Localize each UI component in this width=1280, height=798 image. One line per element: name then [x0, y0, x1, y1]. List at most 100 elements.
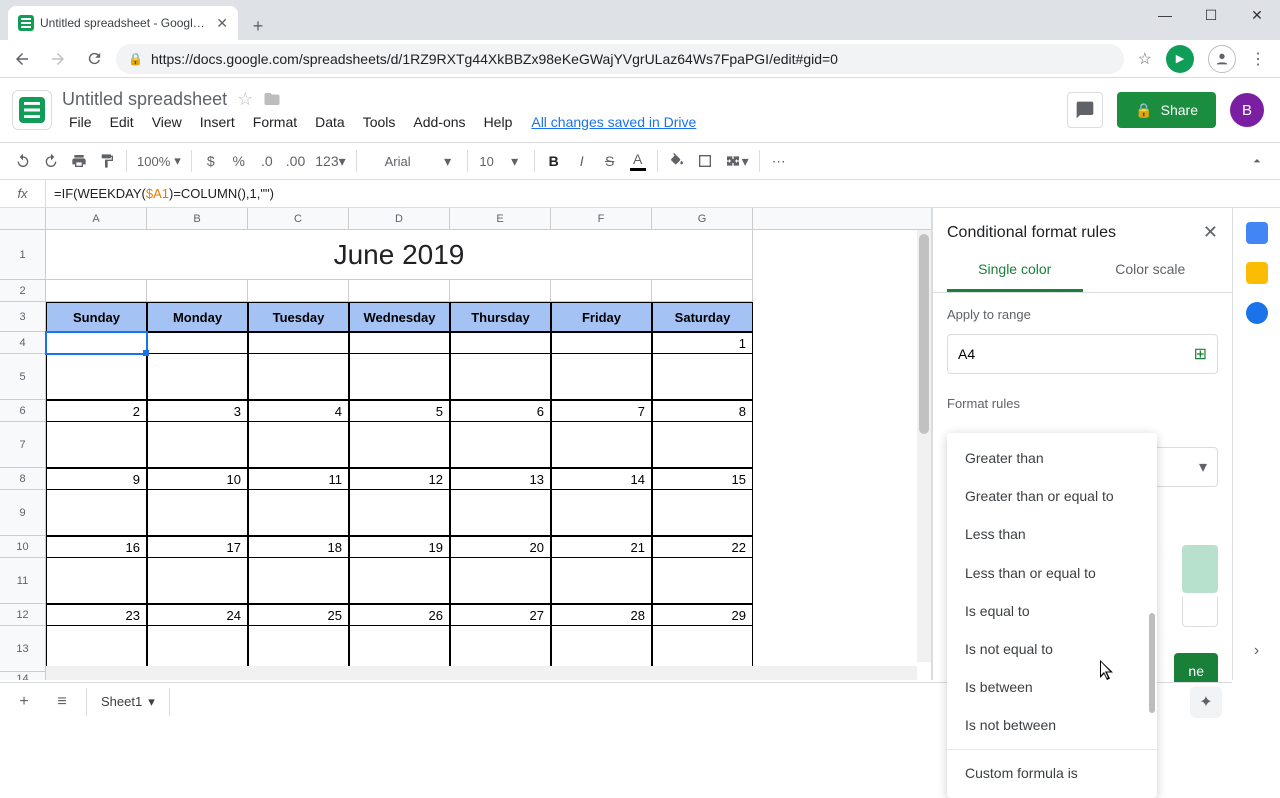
- cell[interactable]: 23: [46, 604, 147, 626]
- bold-button[interactable]: B: [541, 147, 567, 175]
- menu-format[interactable]: Format: [246, 112, 304, 132]
- dropdown-option[interactable]: Greater than: [947, 439, 1157, 477]
- cell[interactable]: [551, 280, 652, 302]
- cell[interactable]: [652, 354, 753, 400]
- window-maximize-button[interactable]: ☐: [1188, 0, 1234, 30]
- cell[interactable]: 11: [248, 468, 349, 490]
- row-header[interactable]: 13: [0, 626, 46, 672]
- dropdown-scrollbar[interactable]: [1149, 613, 1155, 713]
- add-sheet-button[interactable]: +: [10, 688, 38, 716]
- cell[interactable]: [147, 354, 248, 400]
- cell[interactable]: [349, 280, 450, 302]
- back-button[interactable]: [8, 45, 36, 73]
- browser-tab[interactable]: Untitled spreadsheet - Google S ✕: [8, 6, 238, 40]
- cell[interactable]: [652, 280, 753, 302]
- cell[interactable]: [450, 490, 551, 536]
- cell[interactable]: [349, 354, 450, 400]
- tab-single-color[interactable]: Single color: [947, 249, 1083, 292]
- row-header[interactable]: 8: [0, 468, 46, 490]
- cell[interactable]: [147, 280, 248, 302]
- col-header[interactable]: E: [450, 208, 551, 229]
- row-header[interactable]: 2: [0, 280, 46, 302]
- dropdown-option[interactable]: Less than: [947, 515, 1157, 553]
- cell[interactable]: [147, 422, 248, 468]
- redo-button[interactable]: [38, 147, 64, 175]
- menu-addons[interactable]: Add-ons: [406, 112, 472, 132]
- cell[interactable]: [147, 332, 248, 354]
- profile-icon[interactable]: [1208, 45, 1236, 73]
- cell[interactable]: [551, 422, 652, 468]
- chrome-menu-icon[interactable]: ⋮: [1250, 49, 1266, 69]
- sheets-logo[interactable]: [12, 90, 52, 130]
- forward-button[interactable]: [44, 45, 72, 73]
- dropdown-option[interactable]: Custom formula is: [947, 754, 1157, 792]
- percent-button[interactable]: %: [226, 147, 252, 175]
- cell[interactable]: 19: [349, 536, 450, 558]
- calendar-title[interactable]: June 2019: [46, 230, 753, 280]
- row-header[interactable]: 3: [0, 302, 46, 332]
- col-header[interactable]: G: [652, 208, 753, 229]
- zoom-select[interactable]: 100% ▾: [133, 147, 185, 175]
- row-header[interactable]: 7: [0, 422, 46, 468]
- vertical-scrollbar[interactable]: [917, 230, 931, 662]
- cell[interactable]: [349, 422, 450, 468]
- day-header[interactable]: Monday: [147, 302, 248, 332]
- cell[interactable]: [248, 490, 349, 536]
- cell[interactable]: 5: [349, 400, 450, 422]
- more-toolbar-button[interactable]: ⋯: [766, 147, 792, 175]
- cell[interactable]: 2: [46, 400, 147, 422]
- save-status[interactable]: All changes saved in Drive: [531, 114, 696, 130]
- collapse-toolbar-button[interactable]: [1244, 147, 1270, 175]
- cell[interactable]: [450, 558, 551, 604]
- cell[interactable]: 4: [248, 400, 349, 422]
- window-minimize-button[interactable]: —: [1142, 0, 1188, 30]
- row-header[interactable]: 12: [0, 604, 46, 626]
- borders-button[interactable]: [692, 147, 718, 175]
- close-panel-button[interactable]: ✕: [1203, 222, 1218, 243]
- cell[interactable]: [450, 354, 551, 400]
- document-title[interactable]: Untitled spreadsheet: [62, 89, 227, 110]
- cell[interactable]: 17: [147, 536, 248, 558]
- cell[interactable]: [349, 332, 450, 354]
- cell[interactable]: [551, 490, 652, 536]
- cell[interactable]: [46, 280, 147, 302]
- extension-icon[interactable]: ▶: [1166, 45, 1194, 73]
- cell[interactable]: [652, 558, 753, 604]
- dropdown-option[interactable]: Is not equal to: [947, 630, 1157, 668]
- cell[interactable]: 21: [551, 536, 652, 558]
- print-button[interactable]: [66, 147, 92, 175]
- cell[interactable]: [450, 422, 551, 468]
- row-header[interactable]: 6: [0, 400, 46, 422]
- share-button[interactable]: 🔒 Share: [1117, 92, 1216, 128]
- cell[interactable]: 6: [450, 400, 551, 422]
- menu-edit[interactable]: Edit: [103, 112, 141, 132]
- new-tab-button[interactable]: +: [244, 12, 272, 40]
- star-icon[interactable]: ☆: [237, 89, 253, 110]
- cell[interactable]: [248, 558, 349, 604]
- text-color-button[interactable]: A: [625, 147, 651, 175]
- day-header[interactable]: Wednesday: [349, 302, 450, 332]
- select-range-icon[interactable]: ⊞: [1194, 344, 1207, 364]
- cell[interactable]: [652, 422, 753, 468]
- cell[interactable]: [450, 332, 551, 354]
- cell[interactable]: 26: [349, 604, 450, 626]
- cell[interactable]: [551, 332, 652, 354]
- paint-format-button[interactable]: [94, 147, 120, 175]
- undo-button[interactable]: [10, 147, 36, 175]
- cell[interactable]: [147, 558, 248, 604]
- menu-file[interactable]: File: [62, 112, 99, 132]
- cell[interactable]: [652, 490, 753, 536]
- cell[interactable]: [248, 422, 349, 468]
- account-avatar[interactable]: B: [1230, 93, 1264, 127]
- cell[interactable]: 7: [551, 400, 652, 422]
- keep-addon-icon[interactable]: [1246, 262, 1268, 284]
- select-all-corner[interactable]: [0, 208, 46, 229]
- row-header[interactable]: 10: [0, 536, 46, 558]
- day-header[interactable]: Friday: [551, 302, 652, 332]
- fill-color-button[interactable]: [664, 147, 690, 175]
- row-header[interactable]: 11: [0, 558, 46, 604]
- cell[interactable]: 12: [349, 468, 450, 490]
- tab-color-scale[interactable]: Color scale: [1083, 249, 1219, 292]
- row-header[interactable]: 1: [0, 230, 46, 280]
- sheet-tab[interactable]: Sheet1 ▾: [86, 688, 170, 716]
